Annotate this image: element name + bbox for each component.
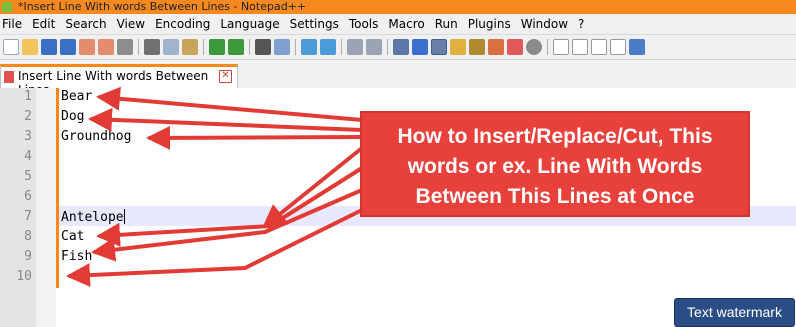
doc-map-icon[interactable] xyxy=(469,39,485,55)
menu-encoding[interactable]: Encoding xyxy=(150,14,215,34)
toolbar-separator xyxy=(138,39,139,55)
folder-workspace-icon[interactable] xyxy=(507,39,523,55)
function-list-icon[interactable] xyxy=(488,39,504,55)
tab-insert-line[interactable]: Insert Line With words Between Lines ✕ xyxy=(0,64,238,97)
new-file-icon[interactable] xyxy=(3,39,19,55)
text-caret xyxy=(123,209,125,224)
toolbar-separator xyxy=(547,39,548,55)
indent-guide-icon[interactable] xyxy=(431,39,447,55)
callout-line: words or ex. Line With Words xyxy=(407,155,703,178)
line-number: 8 xyxy=(24,229,32,244)
replace-icon[interactable] xyxy=(274,39,290,55)
code-line-text: Antelope xyxy=(61,210,124,225)
cut-icon[interactable] xyxy=(144,39,160,55)
zoom-out-icon[interactable] xyxy=(320,39,336,55)
close-icon[interactable] xyxy=(79,39,95,55)
menu-help[interactable]: ? xyxy=(573,14,589,34)
line-number: 10 xyxy=(16,269,32,284)
menu-view[interactable]: View xyxy=(112,14,150,34)
line-number: 3 xyxy=(24,129,32,144)
stop-record-icon[interactable] xyxy=(572,39,588,55)
find-icon[interactable] xyxy=(255,39,271,55)
zoom-in-icon[interactable] xyxy=(301,39,317,55)
menu-settings[interactable]: Settings xyxy=(285,14,344,34)
playback-icon[interactable] xyxy=(591,39,607,55)
tab-bar: Insert Line With words Between Lines ✕ xyxy=(0,60,796,97)
code-line: Bear xyxy=(61,89,93,104)
menu-plugins[interactable]: Plugins xyxy=(463,14,516,34)
menu-file[interactable]: File xyxy=(0,14,27,34)
fold-margin xyxy=(36,88,56,327)
menu-search[interactable]: Search xyxy=(60,14,111,34)
line-number: 6 xyxy=(24,189,32,204)
paste-icon[interactable] xyxy=(182,39,198,55)
line-number: 1 xyxy=(24,89,32,104)
toolbar-separator xyxy=(203,39,204,55)
code-line-current: Antelope xyxy=(61,209,125,225)
copy-icon[interactable] xyxy=(163,39,179,55)
monitoring-icon[interactable] xyxy=(526,39,542,55)
menu-bar: File Edit Search View Encoding Language Settin… xyxy=(0,14,796,35)
toolbar-separator xyxy=(295,39,296,55)
run-multiple-icon[interactable] xyxy=(610,39,626,55)
toolbar xyxy=(0,35,796,60)
unsaved-file-icon xyxy=(4,71,14,83)
sync-horizontal-icon[interactable] xyxy=(366,39,382,55)
line-number: 7 xyxy=(24,209,32,224)
code-line: Dog xyxy=(61,109,85,124)
menu-edit[interactable]: Edit xyxy=(27,14,60,34)
toolbar-separator xyxy=(249,39,250,55)
sync-vertical-icon[interactable] xyxy=(347,39,363,55)
code-line: Fish xyxy=(61,249,93,264)
line-number: 4 xyxy=(24,149,32,164)
show-all-chars-icon[interactable] xyxy=(412,39,428,55)
save-icon[interactable] xyxy=(41,39,57,55)
toolbar-separator xyxy=(341,39,342,55)
tab-close-icon[interactable]: ✕ xyxy=(219,70,232,83)
menu-tools[interactable]: Tools xyxy=(344,14,384,34)
save-macro-icon[interactable] xyxy=(629,39,645,55)
menu-run[interactable]: Run xyxy=(430,14,463,34)
line-number: 2 xyxy=(24,109,32,124)
close-all-icon[interactable] xyxy=(98,39,114,55)
code-line: Cat xyxy=(61,229,85,244)
save-all-icon[interactable] xyxy=(60,39,76,55)
toolbar-separator xyxy=(387,39,388,55)
menu-window[interactable]: Window xyxy=(516,14,573,34)
change-history-bar xyxy=(56,88,59,288)
window-title: *Insert Line With words Between Lines - … xyxy=(18,0,307,13)
line-number: 9 xyxy=(24,249,32,264)
undo-icon[interactable] xyxy=(209,39,225,55)
code-line: Groundhog xyxy=(61,129,132,144)
callout-line: Between This Lines at Once xyxy=(415,185,695,208)
title-bar: *Insert Line With words Between Lines - … xyxy=(0,0,796,14)
menu-language[interactable]: Language xyxy=(215,14,284,34)
word-wrap-icon[interactable] xyxy=(393,39,409,55)
lang-define-icon[interactable] xyxy=(450,39,466,55)
open-file-icon[interactable] xyxy=(22,39,38,55)
record-macro-icon[interactable] xyxy=(553,39,569,55)
notepadpp-app-icon xyxy=(2,2,12,12)
text-watermark-badge: Text watermark xyxy=(674,298,795,327)
tutorial-callout: How to Insert/Replace/Cut, This words or… xyxy=(360,111,750,217)
line-number: 5 xyxy=(24,169,32,184)
callout-line: How to Insert/Replace/Cut, This xyxy=(397,125,713,148)
menu-macro[interactable]: Macro xyxy=(383,14,429,34)
redo-icon[interactable] xyxy=(228,39,244,55)
print-icon[interactable] xyxy=(117,39,133,55)
